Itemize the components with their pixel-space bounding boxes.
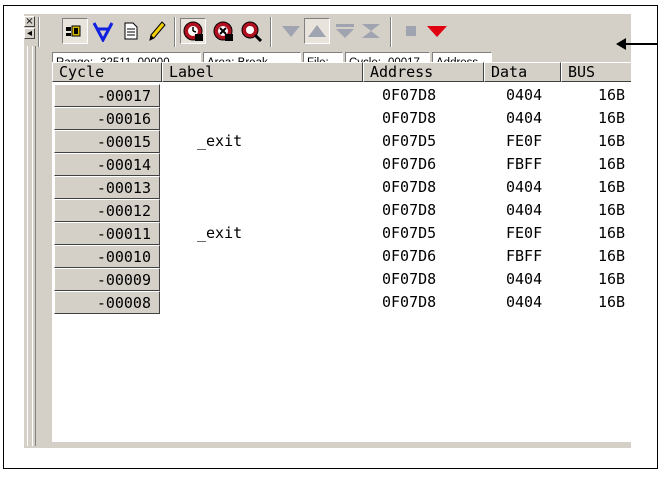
cell-data: FE0F <box>506 132 543 150</box>
table-row[interactable]: -00012 0F07D8 0404 16B <box>52 199 631 222</box>
cell-data: 0404 <box>506 178 543 196</box>
cell-data: 0404 <box>506 109 543 127</box>
cell-data: FBFF <box>506 155 543 173</box>
header-label[interactable]: Label <box>162 62 363 82</box>
cell-data: 0404 <box>506 201 543 219</box>
cell-cycle: -00013 <box>54 176 160 199</box>
cell-address: 0F07D8 <box>382 178 437 196</box>
cell-bus: 16B <box>598 293 626 311</box>
table-row[interactable]: -00016 0F07D8 0404 16B <box>52 107 631 130</box>
cell-address: 0F07D8 <box>382 293 437 311</box>
table-row[interactable]: -00008 0F07D8 0404 16B <box>52 291 631 314</box>
cell-data: FBFF <box>506 247 543 265</box>
cell-bus: 16B <box>598 86 626 104</box>
cell-data: 0404 <box>506 86 543 104</box>
cell-address: 0F07D8 <box>382 270 437 288</box>
table-row[interactable]: -00010 0F07D6 FBFF 16B <box>52 245 631 268</box>
cell-cycle: -00008 <box>54 291 160 314</box>
cell-address: 0F07D6 <box>382 247 437 265</box>
cell-cycle: -00017 <box>54 84 160 107</box>
cell-cycle: -00016 <box>54 107 160 130</box>
cell-cycle: -00009 <box>54 268 160 291</box>
cell-address: 0F07D8 <box>382 109 437 127</box>
cell-bus: 16B <box>598 109 626 127</box>
cell-cycle: -00015 <box>54 130 160 153</box>
cell-label <box>197 84 347 107</box>
cell-bus: 16B <box>598 247 626 265</box>
cell-bus: 16B <box>598 224 626 242</box>
table-row[interactable]: -00014 0F07D6 FBFF 16B <box>52 153 631 176</box>
cell-label <box>197 245 347 268</box>
cell-bus: 16B <box>598 201 626 219</box>
cell-cycle: -00010 <box>54 245 160 268</box>
cell-data: 0404 <box>506 270 543 288</box>
cell-address: 0F07D8 <box>382 86 437 104</box>
cell-bus: 16B <box>598 132 626 150</box>
cell-label <box>197 153 347 176</box>
cell-label <box>197 268 347 291</box>
cell-label <box>197 199 347 222</box>
cell-address: 0F07D5 <box>382 224 437 242</box>
cell-cycle: -00011 <box>54 222 160 245</box>
table-row[interactable]: -00011 _exit 0F07D5 FE0F 16B <box>52 222 631 245</box>
cell-cycle: -00014 <box>54 153 160 176</box>
cell-label: _exit <box>197 132 243 150</box>
cell-cycle: -00012 <box>54 199 160 222</box>
table-row[interactable]: -00009 0F07D8 0404 16B <box>52 268 631 291</box>
cell-bus: 16B <box>598 155 626 173</box>
cell-data: 0404 <box>506 293 543 311</box>
cell-address: 0F07D5 <box>382 132 437 150</box>
cell-label: _exit <box>197 224 243 242</box>
trace-grid: Cycle Label Address Data BUS -00017 0F07D… <box>52 62 631 442</box>
header-address[interactable]: Address <box>363 62 484 82</box>
header-bus[interactable]: BUS <box>561 62 631 82</box>
cell-address: 0F07D6 <box>382 155 437 173</box>
table-row[interactable]: -00013 0F07D8 0404 16B <box>52 176 631 199</box>
table-row[interactable]: -00015 _exit 0F07D5 FE0F 16B <box>52 130 631 153</box>
cell-bus: 16B <box>598 270 626 288</box>
header-cycle[interactable]: Cycle <box>52 62 162 82</box>
header-data[interactable]: Data <box>484 62 561 82</box>
cell-label <box>197 107 347 130</box>
cell-label <box>197 291 347 314</box>
grid-clip: Cycle Label Address Data BUS -00017 0F07D… <box>24 14 631 448</box>
cell-address: 0F07D8 <box>382 201 437 219</box>
table-row[interactable]: -00017 0F07D8 0404 16B <box>52 84 631 107</box>
cell-label <box>197 176 347 199</box>
cell-bus: 16B <box>598 178 626 196</box>
cell-data: FE0F <box>506 224 543 242</box>
